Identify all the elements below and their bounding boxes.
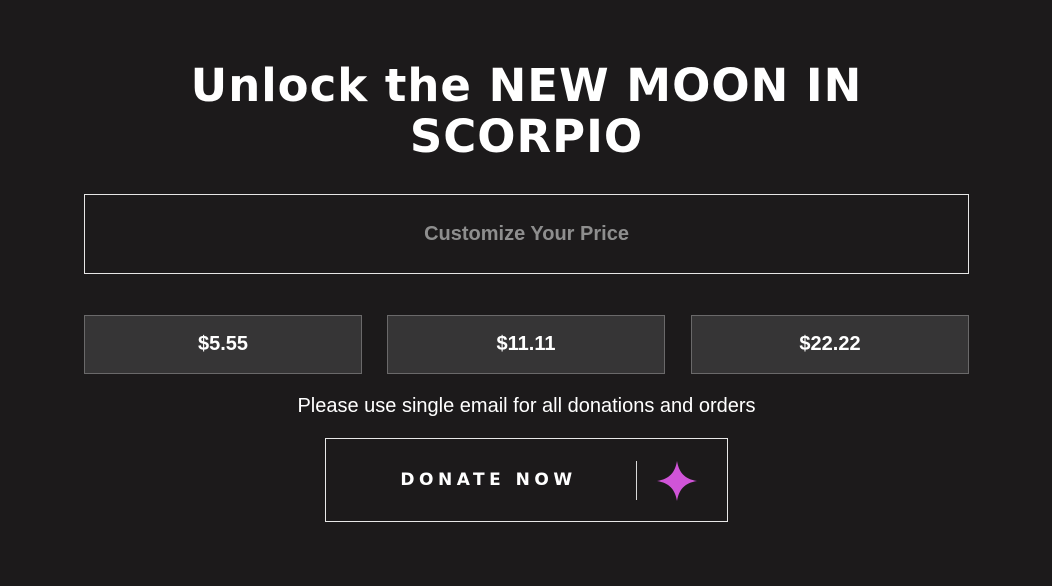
custom-price-input[interactable] [85,194,968,274]
sparkle-icon [657,461,697,501]
email-notice: Please use single email for all donation… [297,395,756,417]
donation-page: Unlock the NEW MOON IN SCORPIO $5.55 $11… [0,0,1052,586]
donate-divider [636,461,637,500]
amount-button-22-22[interactable]: $22.22 [691,315,969,374]
amount-button-11-11[interactable]: $11.11 [387,315,665,374]
custom-price-field[interactable] [84,194,969,274]
amount-options: $5.55 $11.11 $22.22 [84,315,969,374]
page-title: Unlock the NEW MOON IN SCORPIO [190,59,863,163]
donate-now-label: DONATE NOW [400,470,577,490]
amount-button-5-55[interactable]: $5.55 [84,315,362,374]
donate-now-button[interactable]: DONATE NOW [325,438,728,522]
